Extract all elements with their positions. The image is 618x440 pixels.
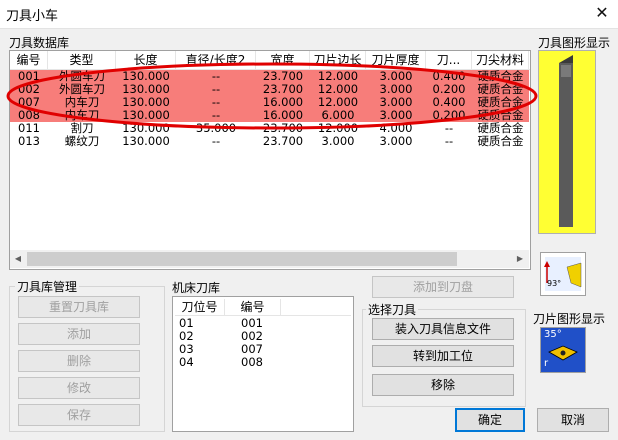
ok-button[interactable]: 确定 — [455, 408, 525, 432]
slot-number: 02 — [179, 330, 194, 343]
add-button[interactable]: 添加 — [18, 323, 140, 345]
machine-lib-header: 刀位号 编号 — [175, 299, 351, 316]
cancel-button[interactable]: 取消 — [537, 408, 609, 432]
save-button[interactable]: 保存 — [18, 404, 140, 426]
tool-graphic-panel — [538, 50, 596, 234]
col-header-tool-id[interactable]: 编号 — [225, 299, 281, 315]
slot-tool-id: 008 — [241, 356, 263, 369]
slot-number: 04 — [179, 356, 194, 369]
add-to-disk-button[interactable]: 添加到刀盘 — [372, 276, 514, 298]
machine-lib-list[interactable]: 刀位号 编号 01 001 02 002 03 007 04 008 — [172, 296, 354, 432]
machine-lib-body: 01 001 02 002 03 007 04 008 — [175, 317, 351, 417]
insert-graphic-label: 刀片图形显示 — [533, 312, 606, 326]
annotation-ellipse-table — [6, 62, 538, 130]
machine-lib-label: 机床刀库 — [172, 281, 221, 295]
tool-shank-icon — [559, 55, 573, 227]
slot-number: 03 — [179, 343, 194, 356]
goto-machining-button[interactable]: 转到加工位 — [372, 345, 514, 367]
list-item[interactable]: 04 008 — [175, 356, 351, 369]
tool-angle-icon: 93° — [540, 252, 586, 296]
load-tool-file-button[interactable]: 装入刀具信息文件 — [372, 318, 514, 340]
remove-button[interactable]: 移除 — [372, 374, 514, 396]
slot-tool-id: 001 — [241, 317, 263, 330]
col-header-slot[interactable]: 刀位号 — [175, 299, 225, 315]
slot-tool-id: 002 — [241, 330, 263, 343]
list-item[interactable]: 02 002 — [175, 330, 351, 343]
insert-radius-text: r — [544, 358, 549, 369]
library-mgmt-label: 刀具库管理 — [15, 278, 80, 295]
tool-graphic-label: 刀具图形显示 — [538, 36, 611, 50]
list-item[interactable]: 01 001 — [175, 317, 351, 330]
modify-button[interactable]: 修改 — [18, 377, 140, 399]
reset-library-button[interactable]: 重置刀具库 — [18, 296, 140, 318]
delete-button[interactable]: 删除 — [18, 350, 140, 372]
select-tool-label: 选择刀具 — [366, 301, 419, 318]
insert-angle-text: 35° — [544, 329, 562, 340]
tool-angle-text: 93° — [547, 279, 562, 288]
slot-tool-id: 007 — [241, 343, 263, 356]
list-item[interactable]: 03 007 — [175, 343, 351, 356]
insert-graphic-panel: 35° r — [540, 327, 586, 373]
slot-number: 01 — [179, 317, 194, 330]
